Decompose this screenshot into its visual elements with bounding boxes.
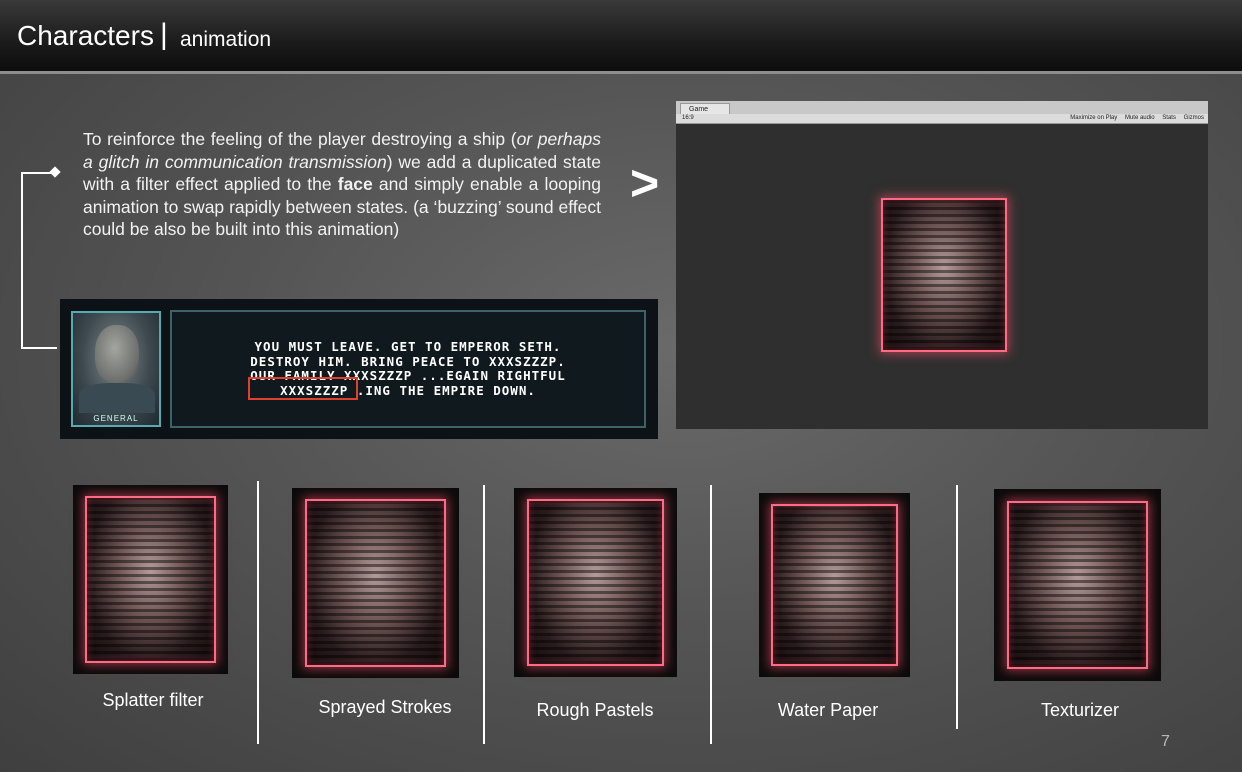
dialogue-textbox: YOU MUST LEAVE. GET TO EMPEROR SETH. DES… (170, 310, 646, 428)
highlight-box (248, 377, 358, 400)
filter-caption: Splatter filter (102, 690, 204, 710)
toolbar-toggles: Maximize on Play Mute audio Stats Gizmos (1064, 114, 1204, 123)
glitched-face-image (1007, 500, 1148, 670)
filter-caption: Texturizer (1040, 700, 1120, 720)
filter-caption: Rough Pastels (536, 700, 654, 720)
dialogue-line: YOU MUST LEAVE. GET TO EMPEROR SETH. (254, 339, 562, 354)
paragraph-text: To reinforce the feeling of the player d… (83, 129, 517, 149)
gizmos-dropdown[interactable]: Gizmos (1184, 115, 1204, 121)
filter-thumbnail-rough-pastels (514, 488, 677, 677)
slide-header: Characters | animation (0, 0, 1242, 74)
tab-bar: Game (676, 101, 1208, 114)
arrow-icon: > (630, 155, 660, 211)
filter-caption: Water Paper (777, 700, 879, 720)
filter-caption: Sprayed Strokes (318, 697, 452, 717)
dialogue-lines: YOU MUST LEAVE. GET TO EMPEROR SETH. DES… (172, 339, 644, 398)
dialogue-panel: GENERAL YOU MUST LEAVE. GET TO EMPEROR S… (60, 299, 658, 439)
glitched-face-image (527, 499, 664, 666)
dialogue-line: OUR FAMILY XXXSZZZP ...EGAIN RIGHTFUL (250, 368, 566, 383)
connector-line-bottom (21, 347, 57, 349)
tab-game[interactable]: Game (680, 103, 730, 114)
divider (257, 481, 259, 744)
divider (956, 485, 958, 729)
filter-thumbnail-texturizer (994, 489, 1161, 681)
filter-thumbnail-sprayed-strokes (292, 488, 459, 678)
slide-subtitle: animation (180, 28, 272, 51)
filter-thumbnail-water-paper (759, 493, 910, 677)
aspect-dropdown[interactable]: 16:9 (682, 114, 694, 123)
connector-line (21, 172, 23, 349)
general-portrait: GENERAL (71, 311, 161, 427)
game-view-window: Game 16:9 Maximize on Play Mute audio St… (676, 101, 1208, 429)
maximize-on-play-toggle[interactable]: Maximize on Play (1070, 115, 1117, 121)
title-separator: | (160, 18, 168, 51)
mute-audio-toggle[interactable]: Mute audio (1125, 115, 1155, 121)
page-number: 7 (1161, 733, 1170, 750)
portrait-shoulders (79, 383, 155, 413)
game-toolbar: 16:9 Maximize on Play Mute audio Stats G… (676, 114, 1208, 124)
dialogue-line: DESTROY HIM. BRING PEACE TO XXXSZZZP. (250, 353, 566, 369)
dialogue-line: XXXSZZZP .ING THE EMPIRE DOWN. (280, 382, 536, 398)
glitched-face-image (771, 504, 898, 666)
filter-thumbnail-splatter (73, 485, 228, 674)
divider (710, 485, 712, 744)
glitched-face-preview (881, 198, 1007, 352)
paragraph-bold: face (337, 174, 373, 194)
slide-title: Characters (17, 20, 154, 51)
stats-toggle[interactable]: Stats (1162, 115, 1176, 121)
connector-diamond-icon (49, 166, 61, 178)
portrait-label: GENERAL (93, 414, 139, 423)
portrait-face (95, 325, 139, 383)
description-paragraph: To reinforce the feeling of the player d… (83, 128, 601, 241)
divider (483, 485, 485, 744)
glitched-face-image (305, 499, 446, 667)
glitched-face-image (85, 496, 216, 663)
